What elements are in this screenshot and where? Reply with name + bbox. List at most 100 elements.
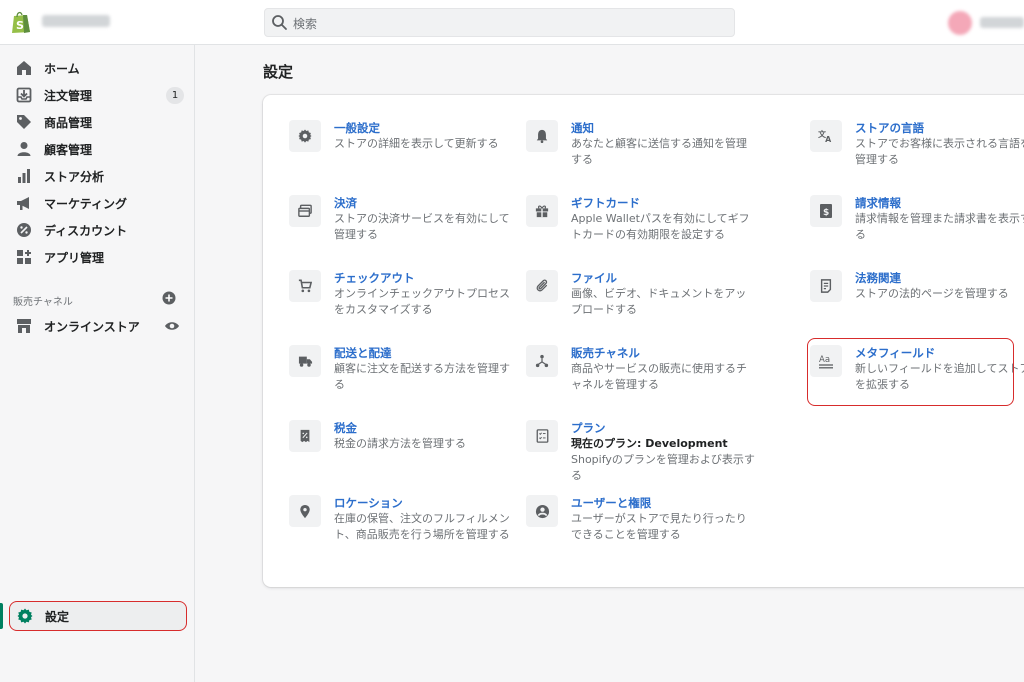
top-bar: S 検索 <box>0 0 1024 45</box>
setting-description: あなたと顧客に送信する通知を管理する <box>571 137 747 166</box>
legal-icon <box>810 270 842 302</box>
discount-icon <box>15 221 33 239</box>
setting-users-permissions[interactable]: ユーザーと権限 ユーザーがストアで見たり行ったりできることを管理する <box>526 495 756 557</box>
setting-general[interactable]: 一般設定 ストアの詳細を表示して更新する <box>289 120 519 182</box>
setting-description: 現在のプラン: Development Shopifyのプランを管理および表示す… <box>571 436 757 484</box>
analytics-icon <box>15 167 33 185</box>
sidebar-item-label: 商品管理 <box>44 115 93 130</box>
megaphone-icon <box>15 194 33 212</box>
cart-icon <box>289 270 321 302</box>
search-icon <box>272 15 287 30</box>
sidebar-item-label: ホーム <box>44 61 80 76</box>
eye-icon[interactable] <box>164 318 180 334</box>
setting-title[interactable]: プラン <box>571 420 606 436</box>
sidebar-item-customers[interactable]: 顧客管理 <box>8 136 188 162</box>
setting-description: 商品やサービスの販売に使用するチャネルを管理する <box>571 362 747 391</box>
sidebar-item-label: オンラインストア <box>44 319 140 334</box>
setting-files[interactable]: ファイル 画像、ビデオ、ドキュメントをアップロードする <box>526 270 756 332</box>
sidebar-item-analytics[interactable]: ストア分析 <box>8 163 188 189</box>
tag-icon <box>15 113 33 131</box>
sidebar-item-online-store[interactable]: オンラインストア <box>8 313 188 339</box>
user-circle-icon <box>526 495 558 527</box>
setting-title[interactable]: 配送と配達 <box>334 345 392 361</box>
setting-description: ストアの詳細を表示して更新する <box>334 137 499 150</box>
setting-billing[interactable]: $ 請求情報 請求情報を管理また請求書を表示する <box>810 195 1024 257</box>
sidebar-item-label: 設定 <box>45 609 70 624</box>
sidebar-item-label: マーケティング <box>44 196 128 211</box>
setting-shipping[interactable]: 配送と配達 顧客に注文を配送する方法を管理する <box>289 345 519 407</box>
metafields-highlight-outline <box>807 338 1014 406</box>
setting-description: ストアでお客様に表示される言語を管理する <box>855 137 1024 166</box>
setting-payments[interactable]: 決済 ストアの決済サービスを有効にして管理する <box>289 195 519 257</box>
sidebar-item-orders[interactable]: 注文管理 1 <box>8 82 188 108</box>
svg-text:A: A <box>825 135 832 143</box>
sidebar-item-label: ストア分析 <box>44 169 105 184</box>
sales-channels-heading: 販売チャネル <box>13 297 73 308</box>
translate-icon: 文A <box>810 120 842 152</box>
gear-icon <box>289 120 321 152</box>
search-input[interactable]: 検索 <box>293 15 317 32</box>
sidebar-item-label: アプリ管理 <box>44 250 105 265</box>
sidebar-item-marketing[interactable]: マーケティング <box>8 190 188 216</box>
setting-description: 在庫の保管、注文のフルフィルメント、商品販売を行う場所を管理する <box>334 512 510 541</box>
setting-description: ストアの決済サービスを有効にして管理する <box>334 212 510 241</box>
setting-legal[interactable]: 法務関連 ストアの法的ページを管理する <box>810 270 1024 332</box>
avatar[interactable] <box>948 11 972 35</box>
setting-description: 画像、ビデオ、ドキュメントをアップロードする <box>571 287 747 316</box>
setting-title[interactable]: 請求情報 <box>855 195 901 211</box>
store-name[interactable] <box>42 15 110 27</box>
sidebar-item-label: 顧客管理 <box>44 142 93 157</box>
setting-title[interactable]: 販売チャネル <box>571 345 640 361</box>
setting-checkout[interactable]: チェックアウト オンラインチェックアウトプロセスをカスタマイズする <box>289 270 519 332</box>
tax-icon <box>289 420 321 452</box>
sidebar-item-label: 注文管理 <box>44 88 93 103</box>
setting-title[interactable]: ストアの言語 <box>855 120 924 136</box>
page-title: 設定 <box>263 63 294 81</box>
channels-icon <box>526 345 558 377</box>
setting-title[interactable]: ファイル <box>571 270 617 286</box>
setting-title[interactable]: 決済 <box>334 195 357 211</box>
sidebar-item-settings[interactable]: 設定 <box>9 601 187 631</box>
setting-description: ユーザーがストアで見たり行ったりできることを管理する <box>571 512 747 541</box>
sidebar-item-discounts[interactable]: ディスカウント <box>8 217 188 243</box>
setting-gift-cards[interactable]: ギフトカード Apple Walletパスを有効にしてギフトカードの有効期限を設… <box>526 195 756 257</box>
setting-plan[interactable]: プラン 現在のプラン: Development Shopifyのプランを管理およ… <box>526 420 756 482</box>
add-channel-icon[interactable] <box>162 291 176 305</box>
setting-title[interactable]: ロケーション <box>334 495 403 511</box>
setting-sales-channels[interactable]: 販売チャネル 商品やサービスの販売に使用するチャネルを管理する <box>526 345 756 407</box>
orders-icon <box>15 86 33 104</box>
setting-description: ストアの法的ページを管理する <box>855 287 1009 300</box>
svg-text:$: $ <box>823 208 829 218</box>
sidebar-item-home[interactable]: ホーム <box>8 55 188 81</box>
truck-icon <box>289 345 321 377</box>
sidebar-item-label: ディスカウント <box>44 223 128 238</box>
svg-text:S: S <box>16 19 24 32</box>
setting-title[interactable]: ユーザーと権限 <box>571 495 651 511</box>
setting-description: 顧客に注文を配送する方法を管理する <box>334 362 510 391</box>
search-bar[interactable]: 検索 <box>264 8 735 37</box>
bell-icon <box>526 120 558 152</box>
current-plan-text: 現在のプラン: Development <box>571 437 728 450</box>
setting-description: 税金の請求方法を管理する <box>334 437 466 450</box>
setting-title[interactable]: 法務関連 <box>855 270 901 286</box>
setting-title[interactable]: チェックアウト <box>334 270 415 286</box>
setting-title[interactable]: 通知 <box>571 120 594 136</box>
active-indicator <box>0 603 3 629</box>
setting-title[interactable]: 一般設定 <box>334 120 380 136</box>
setting-title[interactable]: 税金 <box>334 420 357 436</box>
location-pin-icon <box>289 495 321 527</box>
shopify-bag-icon[interactable]: S <box>10 10 32 34</box>
plan-icon <box>526 420 558 452</box>
billing-icon: $ <box>810 195 842 227</box>
setting-notifications[interactable]: 通知 あなたと顧客に送信する通知を管理する <box>526 120 756 182</box>
gift-icon <box>526 195 558 227</box>
sidebar-item-products[interactable]: 商品管理 <box>8 109 188 135</box>
setting-store-languages[interactable]: 文A ストアの言語 ストアでお客様に表示される言語を管理する <box>810 120 1024 182</box>
setting-locations[interactable]: ロケーション 在庫の保管、注文のフルフィルメント、商品販売を行う場所を管理する <box>289 495 519 557</box>
sidebar: ホーム 注文管理 1 商品管理 顧客管理 ストア分析 マーケティング ディスカウ… <box>0 45 195 682</box>
sidebar-item-apps[interactable]: アプリ管理 <box>8 244 188 270</box>
setting-taxes[interactable]: 税金 税金の請求方法を管理する <box>289 420 519 482</box>
user-name[interactable] <box>980 17 1024 28</box>
store-icon <box>15 317 33 335</box>
setting-title[interactable]: ギフトカード <box>571 195 640 211</box>
